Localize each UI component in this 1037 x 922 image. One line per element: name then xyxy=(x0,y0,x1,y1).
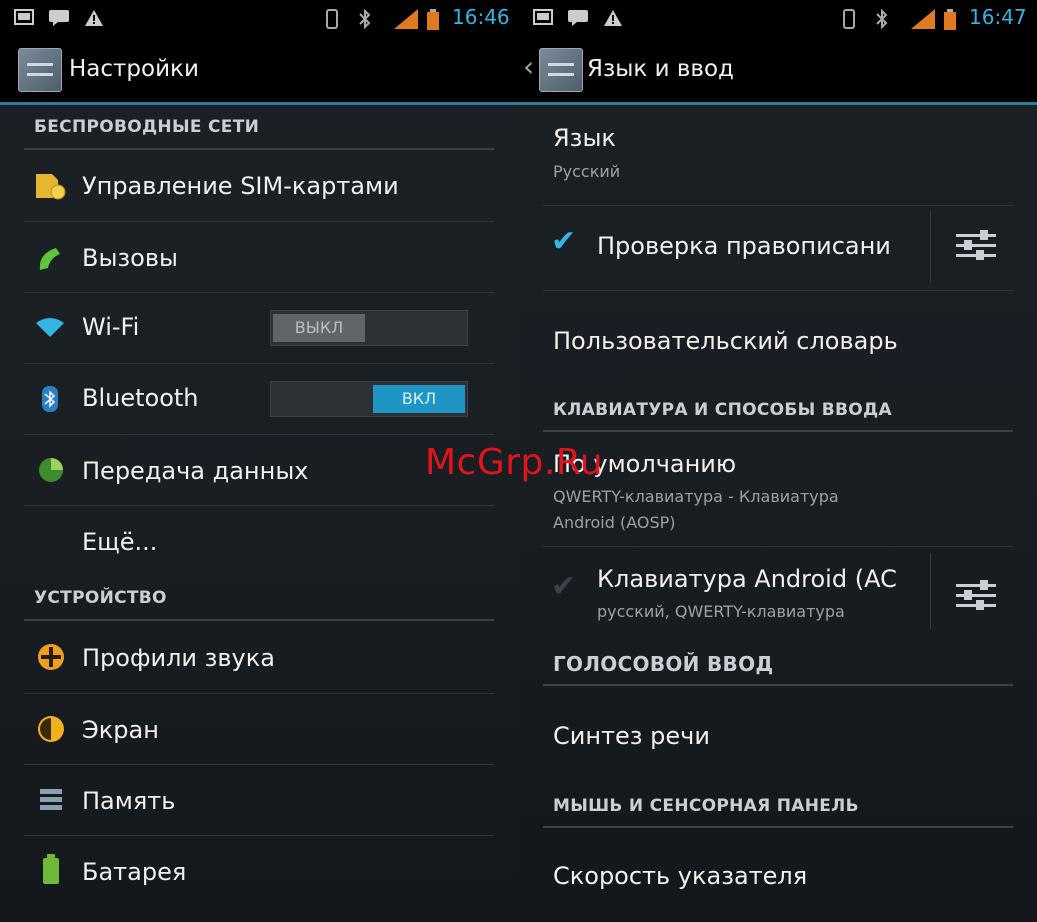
settings-item-storage[interactable]: Память xyxy=(0,765,519,835)
settings-item-label: Wi-Fi xyxy=(82,313,140,341)
sound-profile-icon xyxy=(38,644,64,670)
section-divider xyxy=(24,619,494,621)
vibrate-icon xyxy=(326,9,338,29)
language-label: Язык xyxy=(553,124,616,152)
screenshot-notification-icon xyxy=(533,9,553,25)
back-arrow-icon[interactable]: ‹ xyxy=(523,50,534,83)
battery-status-icon xyxy=(427,9,439,30)
settings-item-label: Память xyxy=(82,787,176,815)
settings-item-calls[interactable]: Вызовы xyxy=(0,222,519,292)
section-divider xyxy=(24,148,494,150)
vertical-divider xyxy=(930,553,931,629)
settings-item-label: Вызовы xyxy=(82,244,178,272)
phone-icon xyxy=(39,248,60,270)
language-value: Русский xyxy=(553,162,621,181)
section-header-voice: ГОЛОСОВОЙ ВВОД xyxy=(553,652,774,676)
android-keyboard-summary: русский, QWERTY-клавиатура xyxy=(597,602,845,621)
android-keyboard-checkbox[interactable]: ✔ xyxy=(551,569,576,604)
warning-notification-icon xyxy=(604,10,622,26)
spellcheck-label: Проверка правописани xyxy=(597,232,891,260)
spellcheck-item[interactable]: ✔ Проверка правописани xyxy=(519,206,929,288)
section-header-mouse: МЫШЬ И СЕНСОРНАЯ ПАНЕЛЬ xyxy=(553,796,859,816)
toggle-state-label: ВЫКЛ xyxy=(273,314,365,342)
sim-card-icon xyxy=(36,174,66,200)
warning-notification-icon xyxy=(85,10,103,26)
signal-icon xyxy=(394,9,418,29)
message-notification-icon xyxy=(568,10,588,26)
bluetooth-toggle[interactable]: ВКЛ xyxy=(270,381,468,417)
settings-item-wifi[interactable]: Wi-Fi ВЫКЛ xyxy=(0,293,519,363)
storage-icon xyxy=(40,789,62,810)
action-bar: Настройки xyxy=(0,36,519,105)
settings-item-label: Bluetooth xyxy=(82,384,199,412)
default-keyboard-summary: QWERTY-клавиатура - Клавиатура xyxy=(553,487,839,506)
section-header-device: УСТРОЙСТВО xyxy=(34,588,167,608)
settings-item-label: Батарея xyxy=(82,858,187,886)
settings-item-sound[interactable]: Профили звука xyxy=(0,622,519,692)
display-icon xyxy=(38,716,64,742)
watermark: McGrp.Ru xyxy=(425,442,604,483)
tts-item[interactable]: Синтез речи xyxy=(519,686,1037,782)
settings-item-more[interactable]: Ещё... xyxy=(0,506,519,576)
settings-item-label: Передача данных xyxy=(82,457,309,485)
pointer-speed-item[interactable]: Скорость указателя xyxy=(519,828,1037,922)
clock: 16:46 xyxy=(452,5,510,29)
section-header-keyboard: КЛАВИАТУРА И СПОСОБЫ ВВОДА xyxy=(553,400,892,420)
settings-item-label: Управление SIM-картами xyxy=(82,172,399,200)
settings-app-icon[interactable] xyxy=(18,48,62,92)
settings-item-label: Профили звука xyxy=(82,644,275,672)
settings-app-icon[interactable] xyxy=(539,48,583,92)
settings-item-display[interactable]: Экран xyxy=(0,694,519,764)
status-bar: 16:46 xyxy=(0,0,519,36)
data-usage-icon xyxy=(39,458,63,482)
spellcheck-settings-icon[interactable] xyxy=(956,228,996,264)
vertical-divider xyxy=(930,210,931,282)
pointer-speed-label: Скорость указателя xyxy=(553,862,808,890)
settings-item-sim[interactable]: Управление SIM-картами xyxy=(0,152,519,220)
user-dictionary-label: Пользовательский словарь xyxy=(553,327,898,355)
bluetooth-status-icon xyxy=(876,9,888,29)
tts-label: Синтез речи xyxy=(553,722,710,750)
action-bar: ‹ Язык и ввод xyxy=(519,36,1037,105)
settings-item-bluetooth[interactable]: Bluetooth ВКЛ xyxy=(0,364,519,434)
bluetooth-status-icon xyxy=(359,9,371,29)
keyboard-settings-icon[interactable] xyxy=(956,578,996,614)
vibrate-icon xyxy=(843,9,855,29)
android-keyboard-label: Клавиатура Android (AC xyxy=(597,565,897,593)
section-header-wireless: БЕСПРОВОДНЫЕ СЕТИ xyxy=(34,117,260,137)
clock: 16:47 xyxy=(969,5,1027,29)
bluetooth-icon xyxy=(42,386,58,412)
status-bar: 16:47 xyxy=(519,0,1037,36)
battery-status-icon xyxy=(944,9,956,30)
spellcheck-checkbox[interactable]: ✔ xyxy=(551,224,576,259)
signal-icon xyxy=(911,9,935,29)
android-keyboard-item[interactable]: ✔ Клавиатура Android (AC русский, QWERTY… xyxy=(519,547,929,635)
screenshot-notification-icon xyxy=(14,9,34,25)
settings-item-label: Экран xyxy=(82,716,159,744)
language-item[interactable]: Язык Русский xyxy=(519,112,1037,192)
wifi-icon xyxy=(36,318,64,337)
default-keyboard-summary: Android (AOSP) xyxy=(553,513,676,532)
settings-item-battery[interactable]: Батарея xyxy=(0,836,519,906)
message-notification-icon xyxy=(49,10,69,26)
toggle-state-label: ВКЛ xyxy=(373,385,465,413)
wifi-toggle[interactable]: ВЫКЛ xyxy=(270,310,468,346)
page-title: Язык и ввод xyxy=(587,56,734,82)
settings-item-label: Ещё... xyxy=(82,528,158,556)
user-dictionary-item[interactable]: Пользовательский словарь xyxy=(519,291,1037,381)
page-title: Настройки xyxy=(69,56,199,82)
battery-icon xyxy=(43,854,59,884)
